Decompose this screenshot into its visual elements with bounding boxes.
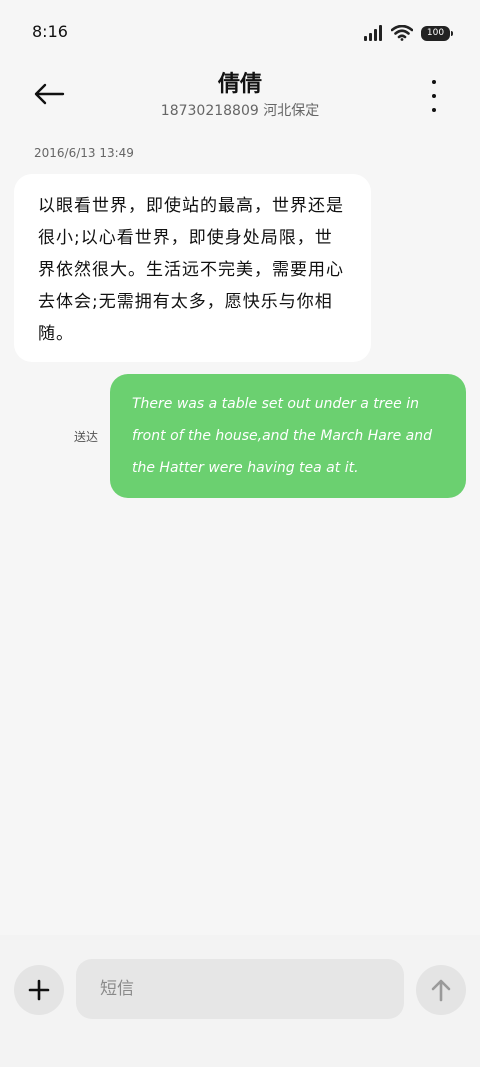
delivery-status: 送达 [74,430,99,444]
wifi-icon [391,25,413,41]
add-attachment-button[interactable] [14,965,64,1015]
status-icons: 100 [363,22,453,44]
signal-icon [364,25,382,41]
battery-icon: 100 [421,25,453,41]
status-time: 8:16 [32,22,68,41]
conversation-header: 倩倩 18730218809 河北保定 [0,60,480,130]
contact-name: 倩倩 [217,72,262,97]
incoming-message-bubble[interactable]: 以眼看世界，即使站的最高，世界还是很小;以心看世界，即使身处局限，世界依然很大。… [14,174,371,362]
plus-icon [28,979,50,1001]
battery-level: 100 [426,28,445,38]
outgoing-message-text: There was a table set out under a tree i… [132,396,433,476]
message-composer [0,935,480,1067]
message-input[interactable] [76,959,404,1019]
send-arrow-up-icon [431,979,451,1002]
more-vertical-icon [432,80,436,84]
message-timestamp: 2016/6/13 13:49 [34,146,134,160]
contact-meta: 18730218809 河北保定 [160,103,320,119]
send-button[interactable] [416,965,466,1015]
outgoing-message-bubble[interactable]: There was a table set out under a tree i… [110,374,466,498]
more-button[interactable] [422,80,446,112]
incoming-message-text: 以眼看世界，即使站的最高，世界还是很小;以心看世界，即使身处局限，世界依然很大。… [38,196,344,344]
status-bar: 8:16 100 [0,0,480,66]
